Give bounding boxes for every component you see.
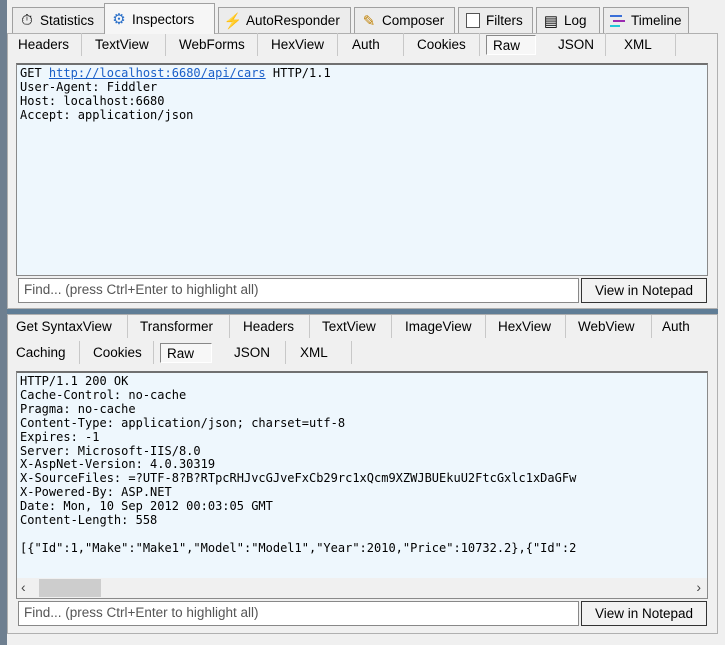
request-tabs: Headers TextView WebForms HexView Auth C… [7, 33, 718, 57]
resp-tab-transformer[interactable]: Transformer [128, 315, 230, 338]
tab-autoresponder[interactable]: ⚡ AutoResponder [218, 7, 351, 33]
checkbox-icon [464, 12, 482, 30]
request-header-line: Accept: application/json [20, 107, 194, 122]
resp-tab-raw[interactable]: Raw [160, 343, 212, 363]
lightning-icon: ⚡ [223, 12, 243, 30]
resp-tab-webview[interactable]: WebView [566, 315, 652, 338]
response-view-in-notepad-button[interactable]: View in Notepad [581, 601, 707, 626]
request-header-line: User-Agent: Fiddler [20, 79, 158, 94]
scroll-right-arrow-icon[interactable]: › [696, 579, 701, 595]
req-tab-webforms[interactable]: WebForms [166, 33, 258, 56]
response-raw-text[interactable]: HTTP/1.1 200 OK Cache-Control: no-cache … [16, 371, 708, 599]
tab-log[interactable]: ▤ Log [536, 7, 600, 33]
tab-inspectors[interactable]: ⚙ Inspectors [104, 3, 215, 34]
horizontal-scrollbar[interactable]: ‹ › [17, 578, 707, 598]
timeline-icon [609, 12, 627, 30]
req-tab-json[interactable]: JSON [540, 33, 606, 56]
scrollbar-thumb[interactable] [39, 579, 101, 597]
req-tab-hexview[interactable]: HexView [258, 33, 338, 56]
req-tab-auth[interactable]: Auth [338, 33, 404, 56]
req-tab-headers[interactable]: Headers [12, 33, 82, 56]
request-find-input[interactable]: Find... (press Ctrl+Enter to highlight a… [18, 278, 579, 303]
response-tabs-row2: Caching Cookies Raw JSON XML [7, 341, 718, 365]
tab-timeline[interactable]: Timeline [603, 7, 689, 33]
inspectors-icon: ⚙ [112, 11, 126, 28]
request-url-link[interactable]: http://localhost:6680/api/cars [49, 66, 266, 80]
req-tab-cookies[interactable]: Cookies [404, 33, 480, 56]
resp-tab-imageview[interactable]: ImageView [392, 315, 486, 338]
req-tab-xml[interactable]: XML [606, 33, 676, 56]
request-header-line: Host: localhost:6680 [20, 93, 165, 108]
log-icon: ▤ [543, 12, 559, 30]
response-tabs-row1: Get SyntaxView Transformer Headers TextV… [7, 315, 718, 339]
tab-filters[interactable]: Filters [458, 7, 533, 33]
resp-tab-headers[interactable]: Headers [230, 315, 310, 338]
request-view-in-notepad-button[interactable]: View in Notepad [581, 278, 707, 303]
request-line: GET http://localhost:6680/api/cars HTTP/… [20, 66, 331, 80]
resp-tab-syntaxview[interactable]: Get SyntaxView [12, 315, 128, 338]
resp-tab-auth[interactable]: Auth [652, 315, 712, 338]
resp-tab-textview[interactable]: TextView [310, 315, 392, 338]
req-tab-raw[interactable]: Raw [486, 35, 536, 55]
resp-tab-json[interactable]: JSON [220, 341, 286, 364]
resp-tab-xml[interactable]: XML [286, 341, 352, 364]
resp-tab-caching[interactable]: Caching [12, 341, 80, 364]
response-find-input[interactable]: Find... (press Ctrl+Enter to highlight a… [18, 601, 579, 626]
left-border [0, 0, 7, 645]
tab-statistics[interactable]: ⏱ Statistics [12, 7, 105, 33]
scroll-left-arrow-icon[interactable]: ‹ [21, 579, 26, 595]
tab-composer[interactable]: ✎ Composer [354, 7, 455, 33]
main-tabs: ⏱ Statistics ⚙ Inspectors ⚡ AutoResponder ✎… [7, 0, 725, 34]
req-tab-textview[interactable]: TextView [82, 33, 166, 56]
resp-tab-hexview[interactable]: HexView [486, 315, 566, 338]
resp-tab-cookies[interactable]: Cookies [80, 341, 154, 364]
stopwatch-icon: ⏱ [21, 12, 33, 29]
compose-icon: ✎ [362, 12, 376, 30]
request-raw-text[interactable]: GET http://localhost:6680/api/cars HTTP/… [16, 63, 708, 276]
